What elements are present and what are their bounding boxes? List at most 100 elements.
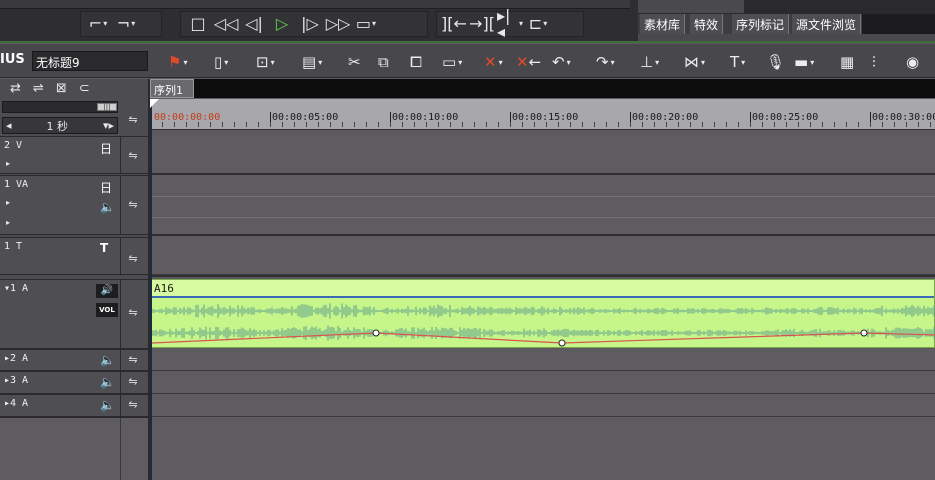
rewind-icon[interactable]: ◁◁: [213, 13, 239, 35]
track-header-3a[interactable]: ▸3 A 🔈 ⇋: [0, 371, 148, 394]
trim-out-icon[interactable]: →][: [469, 13, 495, 35]
transition-icon[interactable]: ⋈ ▾: [684, 52, 705, 72]
track-label: ▸4 A: [4, 398, 29, 409]
lane-2v[interactable]: [151, 136, 935, 174]
sync-icon[interactable]: ⇌: [33, 81, 44, 96]
add-marker-icon[interactable]: ⊥ ▾: [640, 52, 659, 72]
sync-lock-icon[interactable]: ⇋: [122, 113, 144, 126]
delete-icon[interactable]: ✕ ←: [516, 52, 541, 72]
save-icon[interactable]: ▤ ▾: [302, 52, 322, 72]
settings-icon[interactable]: ⚑ ▾: [168, 52, 187, 72]
step-back-icon[interactable]: ◁|: [241, 13, 267, 35]
track-label: ▾1 A: [4, 283, 29, 294]
redo-icon[interactable]: ↷ ▾: [596, 52, 615, 72]
clip-title-bar: A16: [152, 280, 934, 298]
playhead[interactable]: [150, 99, 152, 480]
replace-icon[interactable]: ▭ ▾: [442, 52, 462, 72]
delete-ripple-icon[interactable]: ✕ ▾: [484, 52, 503, 72]
title-track-icon[interactable]: T: [100, 241, 108, 255]
tab-sequence-markers[interactable]: 序列标记: [732, 14, 790, 34]
microphone-icon[interactable]: 🎙: [766, 52, 785, 72]
track-header-empty: [0, 417, 148, 480]
lane-4a[interactable]: [151, 394, 935, 417]
track-header-1a[interactable]: ▾1 A 🔊 VOL ⇋: [0, 279, 148, 349]
tab-bin[interactable]: 素材库: [640, 14, 686, 34]
split-icon[interactable]: ▸|◂ ▾: [497, 8, 523, 40]
expand-icon[interactable]: ▸: [6, 198, 10, 207]
track-sync-icon[interactable]: ⇋: [122, 306, 144, 319]
sequence-tab-bar: [150, 79, 935, 98]
zoom-slider-thumb[interactable]: |||: [97, 103, 117, 111]
trim-in-icon[interactable]: ][←: [441, 13, 467, 35]
editor-window: ⌐ ▾ ¬ ▾ □ ◁◁ ◁| ▷ |▷ ▷▷ ▭ ▾ ][← →][ ▸|◂ ▾ ⊏ ▾…: [0, 0, 935, 480]
speaker-icon[interactable]: 🔈: [100, 200, 115, 214]
clip-waveform: [152, 303, 935, 347]
track-label: ▸2 A: [4, 353, 29, 364]
video-icon[interactable]: 日: [100, 179, 112, 196]
track-header-1va[interactable]: 1 VA 日 ▸ 🔈 ▸ ⇋: [0, 175, 148, 235]
fast-forward-icon[interactable]: ▷▷: [325, 13, 351, 35]
render-icon[interactable]: ▬ ▾: [794, 52, 814, 72]
clip-name: A16: [154, 282, 174, 295]
set-in-icon[interactable]: ⌐ ▾: [85, 13, 111, 35]
speaker-icon[interactable]: 🔊: [96, 284, 118, 298]
track-sync-icon[interactable]: ⇋: [122, 252, 144, 265]
stop-icon[interactable]: □: [185, 13, 211, 35]
timescale-select[interactable]: ◂ 1 秒 ▾▸: [2, 117, 118, 134]
set-out-icon[interactable]: ¬ ▾: [113, 13, 139, 35]
cut-icon[interactable]: ✂: [348, 52, 361, 72]
time-ruler[interactable]: 00:00:00:00 00:00:05:00 00:00:10:00 00:0…: [150, 99, 935, 130]
speaker-icon[interactable]: 🔈: [100, 353, 115, 367]
video-icon[interactable]: 日: [100, 140, 112, 157]
track-sync-icon[interactable]: ⇋: [122, 353, 144, 366]
track-sync-icon[interactable]: ⇋: [122, 398, 144, 411]
ripple-icon[interactable]: ⇄: [10, 81, 21, 96]
lane-2a[interactable]: [151, 349, 935, 371]
playback-group: □ ◁◁ ◁| ▷ |▷ ▷▷ ▭ ▾: [180, 11, 428, 37]
panel-tabs-empty: [862, 14, 935, 34]
color-icon[interactable]: ◉: [906, 52, 919, 72]
expand-audio-icon[interactable]: ▸: [6, 218, 10, 227]
tab-source-browser[interactable]: 源文件浏览: [792, 14, 862, 34]
speaker-icon[interactable]: 🔈: [100, 398, 115, 412]
group-icon[interactable]: ⊂: [79, 81, 90, 96]
undo-icon[interactable]: ↶ ▾: [552, 52, 571, 72]
loop-icon[interactable]: ▭ ▾: [353, 13, 379, 35]
copy-icon[interactable]: ⧉: [378, 52, 389, 72]
mixer-icon[interactable]: ⫶: [872, 52, 876, 72]
track-sync-icon[interactable]: ⇋: [122, 198, 144, 211]
title-icon[interactable]: T ▾: [730, 52, 745, 72]
track-sync-icon[interactable]: ⇋: [122, 149, 144, 162]
track-sync-icon[interactable]: ⇋: [122, 375, 144, 388]
sequence-title-field[interactable]: 无标题9: [32, 51, 148, 71]
lane-1t[interactable]: [151, 237, 935, 275]
playhead-handle[interactable]: [150, 99, 159, 108]
lane-1va[interactable]: [151, 175, 935, 235]
grid-icon[interactable]: ▦: [840, 52, 854, 72]
scale-label: 1 秒: [46, 119, 68, 133]
tab-sequence[interactable]: 序列1: [150, 79, 194, 98]
paste-icon[interactable]: ⧠: [410, 52, 422, 72]
track-header-2a[interactable]: ▸2 A 🔈 ⇋: [0, 349, 148, 371]
scale-dropdown-icon[interactable]: ▾▸: [103, 119, 114, 132]
track-header-4a[interactable]: ▸4 A 🔈 ⇋: [0, 394, 148, 417]
track-header-2v[interactable]: 2 V 日 ▸ ⇋: [0, 136, 148, 174]
timeline-empty-area[interactable]: [151, 417, 935, 480]
edit-group: ][← →][ ▸|◂ ▾ ⊏ ▾: [436, 8, 584, 40]
play-icon[interactable]: ▷: [269, 13, 295, 35]
audio-clip[interactable]: A16: [151, 279, 935, 348]
zoom-slider[interactable]: |||: [2, 101, 118, 113]
scale-left-icon[interactable]: ◂: [6, 119, 12, 132]
step-forward-icon[interactable]: |▷: [297, 13, 323, 35]
lane-3a[interactable]: [151, 371, 935, 394]
expand-icon[interactable]: ▸: [6, 159, 10, 168]
insert-icon[interactable]: ⊏ ▾: [525, 13, 551, 35]
speaker-icon[interactable]: 🔈: [100, 375, 115, 389]
tab-effects[interactable]: 特效: [690, 14, 724, 34]
import-icon[interactable]: ⊡ ▾: [256, 52, 275, 72]
in-out-group: ⌐ ▾ ¬ ▾: [80, 11, 162, 37]
new-sequence-icon[interactable]: ▯ ▾: [214, 52, 228, 72]
track-header-1t[interactable]: 1 T T ⇋: [0, 237, 148, 275]
vol-button[interactable]: VOL: [96, 303, 118, 317]
link-icon[interactable]: ⊠: [56, 81, 67, 96]
